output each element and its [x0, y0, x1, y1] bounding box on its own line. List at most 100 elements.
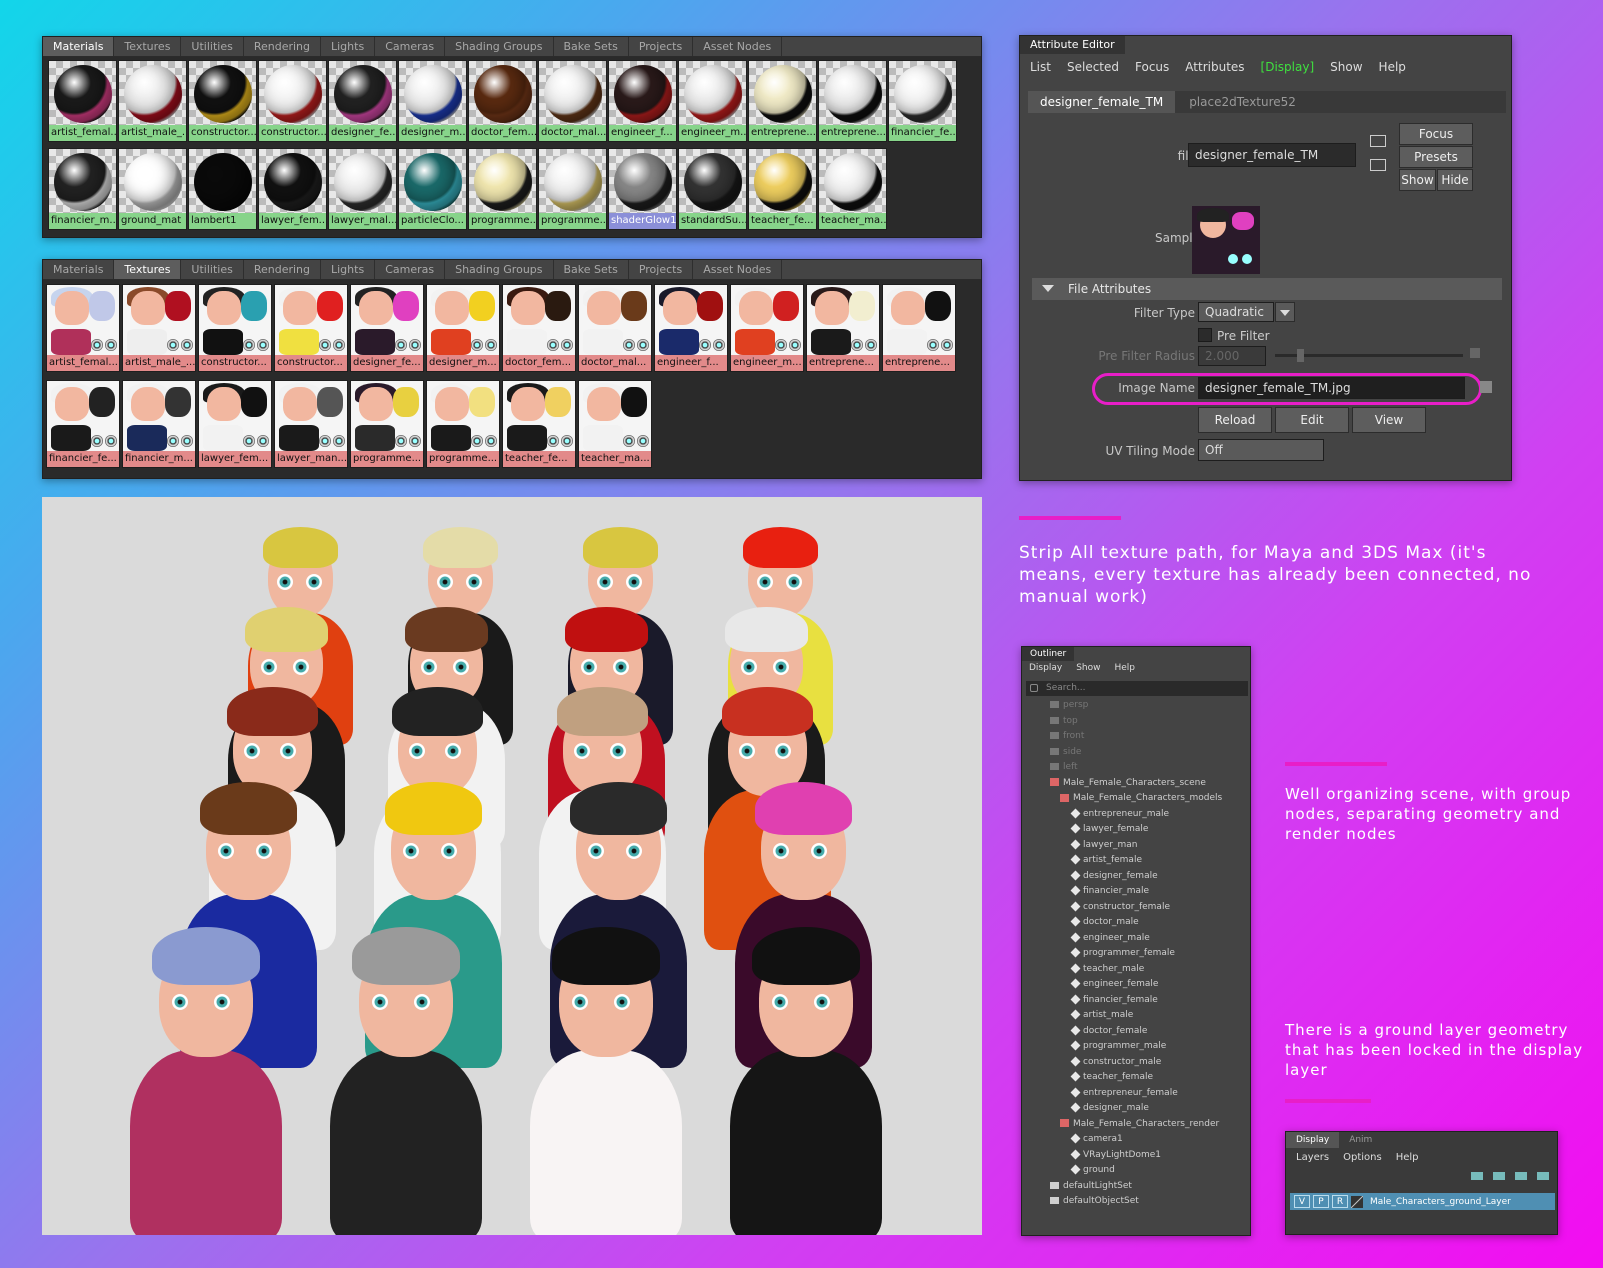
texture-thumbnail[interactable]: teacher_fe... — [502, 380, 576, 468]
outliner-character[interactable]: entrepreneur_male — [1022, 807, 1250, 823]
tab-cameras[interactable]: Cameras — [375, 260, 446, 279]
image-name-browse-icon[interactable] — [1480, 381, 1492, 393]
material-swatch[interactable]: doctor_fem... — [468, 60, 537, 142]
outliner-character[interactable]: teacher_female — [1022, 1070, 1250, 1086]
material-swatch[interactable]: shaderGlow1 — [608, 147, 677, 230]
character-model[interactable] — [522, 927, 690, 1235]
menu-help[interactable]: Help — [1379, 56, 1406, 78]
outliner-scene-group[interactable]: Male_Female_Characters_scene — [1022, 776, 1250, 792]
outliner-character[interactable]: constructor_female — [1022, 900, 1250, 916]
outliner-character[interactable]: financier_male — [1022, 884, 1250, 900]
outliner-character[interactable]: lawyer_man — [1022, 838, 1250, 854]
texture-thumbnail[interactable]: lawyer_man... — [274, 380, 348, 468]
new-layer-icon[interactable] — [1515, 1172, 1527, 1180]
tab-designer-female-tm[interactable]: designer_female_TM — [1028, 91, 1176, 113]
material-swatch[interactable]: financier_m... — [48, 147, 117, 230]
texture-thumbnail[interactable]: financier_m... — [122, 380, 196, 468]
material-swatch[interactable]: constructor... — [258, 60, 327, 142]
outliner-character[interactable]: doctor_female — [1022, 1024, 1250, 1040]
outliner-models-group[interactable]: Male_Female_Characters_models — [1022, 791, 1250, 807]
tab-lights[interactable]: Lights — [321, 37, 376, 56]
material-swatch[interactable]: engineer_f... — [608, 60, 677, 142]
outliner-render-item[interactable]: VRayLightDome1 — [1022, 1148, 1250, 1164]
outliner-character[interactable]: entrepreneur_female — [1022, 1086, 1250, 1102]
tab-utilities[interactable]: Utilities — [181, 260, 244, 279]
outliner-character[interactable]: doctor_male — [1022, 915, 1250, 931]
texture-thumbnail[interactable]: designer_m... — [426, 284, 500, 372]
pre-filter-radius-field[interactable]: 2.000 — [1198, 346, 1266, 366]
layer-name[interactable]: Male_Characters_ground_Layer — [1370, 1197, 1511, 1207]
menu-help[interactable]: Help — [1114, 663, 1135, 673]
texture-thumbnail[interactable]: entreprene... — [806, 284, 880, 372]
edit-button[interactable]: Edit — [1275, 407, 1349, 433]
texture-thumbnail[interactable]: doctor_fem... — [502, 284, 576, 372]
outliner-search[interactable]: Search... — [1026, 681, 1248, 696]
tab-projects[interactable]: Projects — [629, 37, 694, 56]
menu-layers[interactable]: Layers — [1296, 1152, 1329, 1163]
material-swatch[interactable]: programme... — [468, 147, 537, 230]
material-swatch[interactable]: constructor... — [188, 60, 257, 142]
character-model[interactable] — [322, 927, 490, 1235]
texture-thumbnail[interactable]: lawyer_fem... — [198, 380, 272, 468]
texture-thumbnail[interactable]: programme... — [426, 380, 500, 468]
filter-type-dropdown-icon[interactable] — [1275, 302, 1295, 322]
outliner-render-group[interactable]: Male_Female_Characters_render — [1022, 1117, 1250, 1133]
tab-rendering[interactable]: Rendering — [244, 260, 321, 279]
tab-lights[interactable]: Lights — [321, 260, 376, 279]
hide-button[interactable]: Hide — [1437, 169, 1473, 191]
outliner-render-item[interactable]: camera1 — [1022, 1132, 1250, 1148]
tab-asset-nodes[interactable]: Asset Nodes — [693, 260, 783, 279]
material-swatch[interactable]: teacher_fe... — [748, 147, 817, 230]
outliner-character[interactable]: artist_female — [1022, 853, 1250, 869]
reference-toggle[interactable]: R — [1332, 1195, 1348, 1208]
show-button[interactable]: Show — [1399, 169, 1436, 191]
material-swatch[interactable]: standardSu... — [678, 147, 747, 230]
outliner-camera[interactable]: side — [1022, 745, 1250, 761]
tab-projects[interactable]: Projects — [629, 260, 694, 279]
outliner-camera[interactable]: left — [1022, 760, 1250, 776]
menu-display[interactable]: [Display] — [1261, 56, 1315, 78]
material-swatch[interactable]: lawyer_mal... — [328, 147, 397, 230]
outliner-render-item[interactable]: ground — [1022, 1163, 1250, 1179]
tab-display[interactable]: Display — [1286, 1132, 1340, 1148]
tab-shading-groups[interactable]: Shading Groups — [445, 260, 554, 279]
layer-row[interactable]: V P R Male_Characters_ground_Layer — [1290, 1193, 1555, 1210]
menu-attributes[interactable]: Attributes — [1185, 56, 1244, 78]
texture-thumbnail[interactable]: doctor_mal... — [578, 284, 652, 372]
material-swatch[interactable]: teacher_ma... — [818, 147, 887, 230]
pre-filter-checkbox[interactable] — [1198, 328, 1212, 342]
menu-options[interactable]: Options — [1343, 1152, 1382, 1163]
playback-toggle[interactable]: P — [1313, 1195, 1329, 1208]
texture-thumbnail[interactable]: constructor... — [198, 284, 272, 372]
menu-focus[interactable]: Focus — [1135, 56, 1169, 78]
uv-tiling-mode-select[interactable]: Off — [1198, 439, 1324, 461]
material-swatch[interactable]: designer_fe... — [328, 60, 397, 142]
reload-button[interactable]: Reload — [1198, 407, 1272, 433]
texture-thumbnail[interactable]: artist_male_... — [122, 284, 196, 372]
tab-anim[interactable]: Anim — [1339, 1132, 1382, 1148]
material-swatch[interactable]: artist_femal... — [48, 60, 117, 142]
outliner-set[interactable]: defaultObjectSet — [1022, 1194, 1250, 1210]
texture-thumbnail[interactable]: artist_femal... — [46, 284, 120, 372]
texture-thumbnail[interactable]: constructor... — [274, 284, 348, 372]
material-swatch[interactable]: entreprene... — [818, 60, 887, 142]
tab-utilities[interactable]: Utilities — [181, 37, 244, 56]
material-swatch[interactable]: artist_male_... — [118, 60, 187, 142]
material-swatch[interactable]: programme... — [538, 147, 607, 230]
new-layer-selected-icon[interactable] — [1537, 1172, 1549, 1180]
texture-thumbnail[interactable]: financier_fe... — [46, 380, 120, 468]
file-field[interactable]: designer_female_TM — [1188, 143, 1356, 167]
tab-textures[interactable]: Textures — [114, 37, 182, 56]
outliner-character[interactable]: lawyer_female — [1022, 822, 1250, 838]
outliner-character[interactable]: designer_female — [1022, 869, 1250, 885]
outliner-character[interactable]: teacher_male — [1022, 962, 1250, 978]
outliner-character[interactable]: engineer_male — [1022, 931, 1250, 947]
visibility-toggle[interactable]: V — [1294, 1195, 1310, 1208]
menu-show[interactable]: Show — [1076, 663, 1100, 673]
tab-bake-sets[interactable]: Bake Sets — [554, 260, 629, 279]
outliner-character[interactable]: designer_male — [1022, 1101, 1250, 1117]
outliner-set[interactable]: defaultLightSet — [1022, 1179, 1250, 1195]
menu-display[interactable]: Display — [1029, 663, 1062, 673]
folder-icon[interactable] — [1370, 135, 1386, 147]
slider-handle[interactable] — [1297, 349, 1304, 362]
